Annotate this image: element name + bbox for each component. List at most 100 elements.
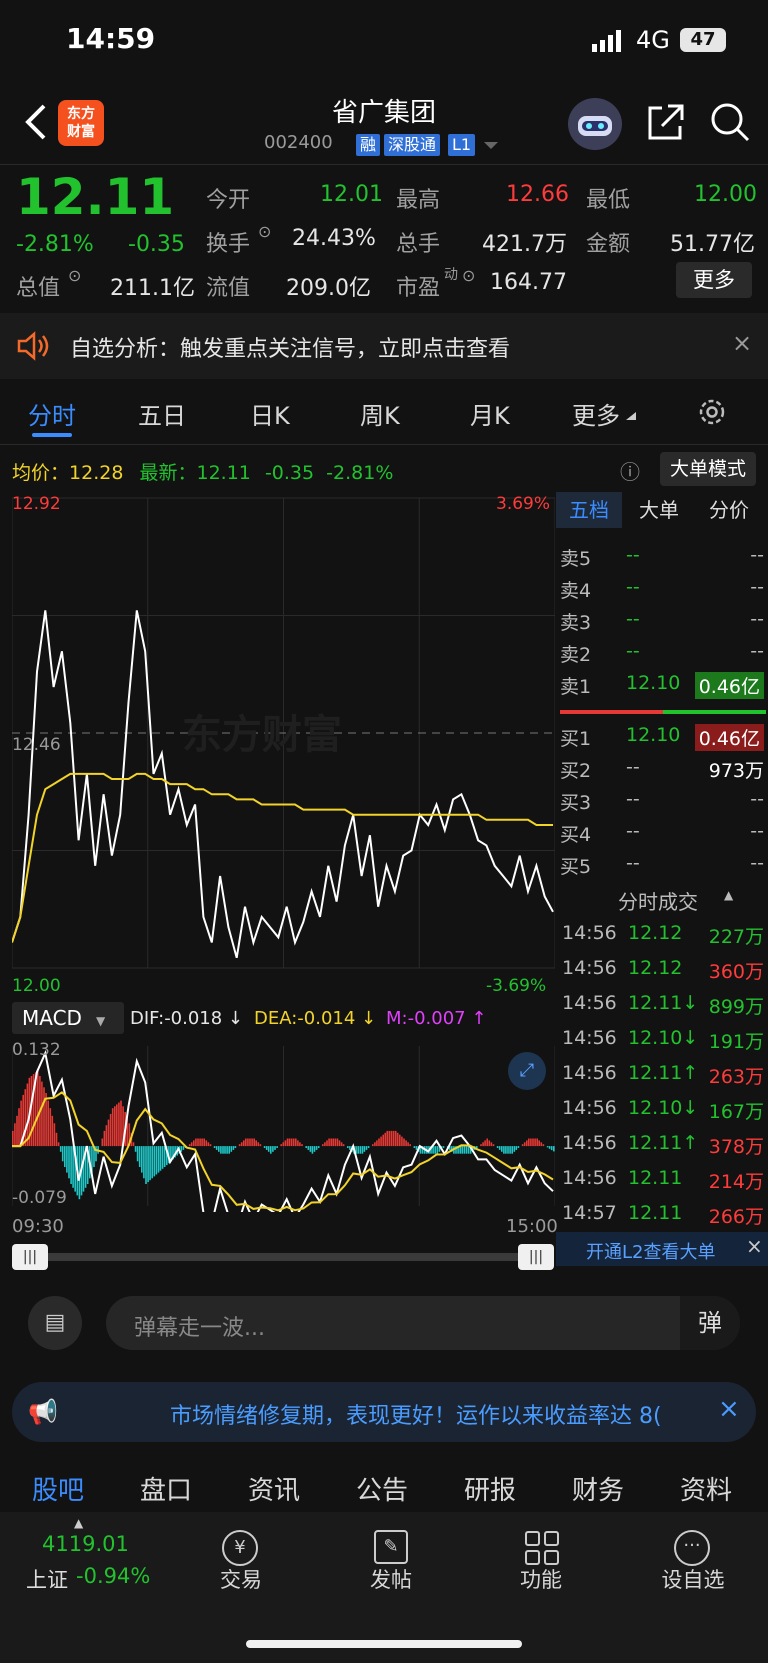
info-icon[interactable]: ⊙ (68, 266, 81, 285)
range-track[interactable] (26, 1253, 538, 1261)
macd-bar (376, 1140, 378, 1147)
tab-daily-k[interactable]: 日K (250, 396, 290, 431)
macd-bar (521, 1144, 524, 1147)
tab-five-levels[interactable]: 五档 (556, 492, 622, 528)
macd-bar (338, 1140, 341, 1147)
bid-volume: 973万 (708, 760, 764, 782)
macd-bar (330, 1138, 332, 1147)
macd-bar (465, 1146, 468, 1154)
tab-profile[interactable]: 资料 (680, 1470, 732, 1507)
danmu-send-button[interactable]: 弹 (680, 1296, 740, 1350)
search-icon[interactable] (708, 100, 752, 144)
apps-icon[interactable] (524, 1530, 560, 1566)
gear-icon[interactable] (696, 396, 728, 428)
help-icon[interactable]: ⓘ (620, 456, 640, 485)
trade-volume: 167万 (708, 1101, 764, 1123)
divider (0, 164, 768, 165)
trade-time: 14:56 (562, 1027, 617, 1049)
caret-down-icon[interactable] (484, 140, 498, 150)
macd-bar (340, 1142, 343, 1147)
bid-row[interactable]: 买5 -- -- (556, 850, 768, 878)
tab-monthly-k[interactable]: 月K (470, 396, 510, 431)
dock-functions[interactable]: 功能 (496, 1564, 586, 1594)
macd-bar (334, 1138, 337, 1147)
macd-bar (255, 1140, 257, 1147)
tab-news[interactable]: 资讯 (248, 1470, 300, 1507)
macd-bar (232, 1146, 235, 1150)
close-icon[interactable]: × (732, 329, 752, 357)
macd-bar (534, 1138, 536, 1147)
macd-bar (257, 1142, 260, 1147)
tab-big-orders[interactable]: 大单 (626, 492, 692, 528)
trade-icon[interactable]: ¥ (222, 1530, 258, 1566)
assistant-avatar[interactable] (568, 98, 622, 150)
more-dots-icon[interactable]: ··· (674, 1530, 710, 1566)
close-icon[interactable]: × (746, 1234, 763, 1258)
l2-upsell[interactable]: 开通L2查看大单 × (556, 1232, 768, 1266)
tab-forum[interactable]: 股吧 (32, 1470, 84, 1507)
intraday-chart[interactable]: 东方财富 (12, 490, 555, 996)
macd-bar (153, 1146, 156, 1177)
macd-bar (228, 1146, 230, 1154)
tab-intraday[interactable]: 分时 (28, 396, 76, 431)
close-icon[interactable]: × (718, 1394, 740, 1424)
info-icon[interactable]: ⊙ (258, 222, 271, 241)
ask-row[interactable]: 卖1 12.10 0.46亿 (556, 670, 768, 699)
tab-financials[interactable]: 财务 (572, 1470, 624, 1507)
tab-research[interactable]: 研报 (464, 1470, 516, 1507)
range-handle-left[interactable]: ||| (12, 1244, 48, 1270)
caret-up-icon[interactable]: ▲ (724, 888, 733, 902)
macd-bar (394, 1130, 397, 1147)
avg-label: 均价： (12, 462, 70, 484)
macd-bar (528, 1138, 530, 1147)
edit-icon[interactable]: ✎ (374, 1530, 408, 1564)
bid-row[interactable]: 买3 -- -- (556, 786, 768, 814)
tab-price-distribution[interactable]: 分价 (696, 492, 762, 528)
more-button[interactable]: 更多 (676, 262, 752, 298)
macd-selector[interactable]: MACD ▼ (12, 1002, 124, 1034)
bid-row[interactable]: 买2 -- 973万 (556, 754, 768, 782)
danmu-input[interactable]: 弹幕走一波... 弹 (106, 1296, 740, 1350)
bid-row[interactable]: 买4 -- -- (556, 818, 768, 846)
ask-row[interactable]: 卖2 -- -- (556, 638, 768, 666)
dock-post[interactable]: 发帖 (346, 1564, 436, 1594)
macd-bar (490, 1142, 493, 1147)
share-icon[interactable] (644, 100, 688, 144)
danmu-settings-icon[interactable]: ▤ (28, 1296, 82, 1350)
caret-up-icon[interactable]: ▲ (74, 1516, 83, 1530)
promo-banner[interactable]: 📢 市场情绪修复期，表现更好！运作以来收益率达 8( × (12, 1382, 756, 1442)
macd-bar (405, 1140, 407, 1147)
dock-trade[interactable]: 交易 (196, 1564, 286, 1594)
big-order-mode-button[interactable]: 大单模式 (660, 452, 756, 486)
macd-bar (523, 1142, 526, 1147)
macd-bar (205, 1140, 208, 1147)
bid-row[interactable]: 买1 12.10 0.46亿 (556, 722, 768, 751)
ask-row[interactable]: 卖4 -- -- (556, 574, 768, 602)
macd-chart[interactable] (12, 1040, 555, 1212)
macd-bar (24, 1089, 27, 1147)
macd-bar (288, 1138, 291, 1147)
home-indicator[interactable] (246, 1640, 522, 1648)
index-value[interactable]: 4119.01 (42, 1532, 129, 1556)
info-icon[interactable]: ⊙ (462, 266, 475, 285)
macd-bar (120, 1100, 122, 1147)
tab-more[interactable]: 更多 (572, 396, 620, 431)
ask-row[interactable]: 卖3 -- -- (556, 606, 768, 634)
range-handle-right[interactable]: ||| (518, 1244, 554, 1270)
macd-bar (116, 1104, 118, 1147)
low-value: 12.00 (694, 182, 757, 207)
macd-bar (284, 1140, 287, 1147)
turnover-label: 换手 (206, 232, 251, 257)
high-label: 最高 (396, 188, 441, 213)
dock-add-watchlist[interactable]: 设自选 (648, 1564, 738, 1594)
ask-row[interactable]: 卖5 -- -- (556, 542, 768, 570)
tab-weekly-k[interactable]: 周K (360, 396, 400, 431)
macd-bar (403, 1138, 405, 1147)
tab-level2[interactable]: 盘口 (140, 1470, 192, 1507)
macd-bar (132, 1142, 135, 1147)
analysis-banner[interactable]: 自选分析：触发重点关注信号，立即点击查看 × (0, 313, 768, 379)
tab-five-day[interactable]: 五日 (138, 396, 186, 431)
macd-bar (251, 1138, 253, 1147)
expand-icon[interactable]: ⤢ (508, 1052, 546, 1090)
tab-announcements[interactable]: 公告 (356, 1470, 408, 1507)
